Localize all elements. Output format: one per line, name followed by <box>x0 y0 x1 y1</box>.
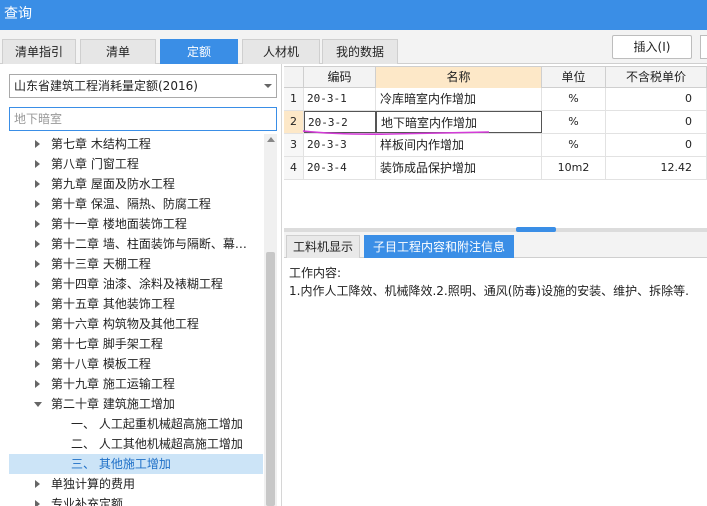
tab-work-content-notes[interactable]: 子目工程内容和附注信息 <box>364 235 514 258</box>
caret-right-icon <box>35 180 40 188</box>
tree-item[interactable]: 第七章 木结构工程 <box>9 134 263 154</box>
header-code[interactable]: 编码 <box>304 67 376 88</box>
work-content-text: 1.内作人工降效、机械降效.2.照明、通风(防毒)设施的安装、维护、拆除等. <box>289 284 689 298</box>
scroll-up-icon[interactable] <box>267 137 275 142</box>
caret-right-icon <box>35 360 40 368</box>
work-content-title: 工作内容: <box>289 266 342 280</box>
tree-item[interactable]: 第十五章 其他装饰工程 <box>9 294 263 314</box>
caret-right-icon <box>35 140 40 148</box>
tree-item[interactable]: 第二十章 建筑施工增加 <box>9 394 263 414</box>
table-row[interactable]: 4 20-3-4 装饰成品保护增加 10m2 12.42 <box>284 157 707 180</box>
tree-item[interactable]: 二、 人工其他机械超高施工增加 <box>9 434 263 454</box>
caret-right-icon <box>35 280 40 288</box>
caret-right-icon <box>35 220 40 228</box>
window-title: 查询 <box>0 0 707 30</box>
tab-my-data[interactable]: 我的数据 <box>322 39 398 64</box>
tab-list[interactable]: 清单 <box>80 39 156 64</box>
tab-list-guide[interactable]: 清单指引 <box>2 39 76 64</box>
tree-item[interactable]: 第九章 屋面及防水工程 <box>9 174 263 194</box>
chapter-tree: 第七章 木结构工程 第八章 门窗工程 第九章 屋面及防水工程 第十章 保温、隔热… <box>9 134 263 506</box>
tree-item-selected[interactable]: 三、 其他施工增加 <box>9 454 263 474</box>
tree-item[interactable]: 第十二章 墙、柱面装饰与隔断、幕… <box>9 234 263 254</box>
caret-down-icon <box>34 402 42 407</box>
table-header: 编码 名称 单位 不含税单价 <box>284 66 707 88</box>
tree-item[interactable]: 第十九章 施工运输工程 <box>9 374 263 394</box>
library-select-value: 山东省建筑工程消耗量定额(2016) <box>14 79 198 93</box>
work-content-panel: 工作内容: 1.内作人工降效、机械降效.2.照明、通风(防毒)设施的安装、维护、… <box>284 258 707 506</box>
caret-right-icon <box>35 320 40 328</box>
tree-item[interactable]: 一、 人工起重机械超高施工增加 <box>9 414 263 434</box>
tree-item[interactable]: 第十四章 油漆、涂料及裱糊工程 <box>9 274 263 294</box>
more-button[interactable] <box>700 35 707 59</box>
table-row[interactable]: 3 20-3-3 样板间内作增加 % 0 <box>284 134 707 157</box>
tree-item[interactable]: 第十一章 楼地面装饰工程 <box>9 214 263 234</box>
tab-labor-material-machine[interactable]: 人材机 <box>242 39 320 64</box>
caret-right-icon <box>35 300 40 308</box>
tree-item[interactable]: 第十六章 构筑物及其他工程 <box>9 314 263 334</box>
left-panel: 山东省建筑工程消耗量定额(2016) 地下暗室 第七章 木结构工程 第八章 门窗… <box>0 64 282 506</box>
tab-labor-material-display[interactable]: 工料机显示 <box>286 235 360 258</box>
search-input[interactable]: 地下暗室 <box>9 107 277 131</box>
library-select[interactable]: 山东省建筑工程消耗量定额(2016) <box>9 74 277 98</box>
tree-item[interactable]: 第八章 门窗工程 <box>9 154 263 174</box>
header-price[interactable]: 不含税单价 <box>606 67 707 88</box>
scroll-thumb[interactable] <box>266 252 275 506</box>
tab-quota[interactable]: 定额 <box>160 39 238 64</box>
insert-button[interactable]: 插入(I) <box>612 35 692 59</box>
header-name[interactable]: 名称 <box>376 67 542 88</box>
caret-right-icon <box>35 260 40 268</box>
tree-scrollbar[interactable] <box>264 134 277 506</box>
caret-right-icon <box>35 160 40 168</box>
tree-item[interactable]: 第十七章 脚手架工程 <box>9 334 263 354</box>
caret-right-icon <box>35 200 40 208</box>
table-row[interactable]: 1 20-3-1 冷库暗室内作增加 % 0 <box>284 88 707 111</box>
tree-item[interactable]: 第十章 保温、隔热、防腐工程 <box>9 194 263 214</box>
caret-right-icon <box>35 340 40 348</box>
detail-tab-bar: 工料机显示 子目工程内容和附注信息 <box>284 232 707 258</box>
chevron-down-icon <box>264 84 272 88</box>
header-index <box>284 67 304 88</box>
tree-item[interactable]: 第十八章 模板工程 <box>9 354 263 374</box>
tree-item[interactable]: 专业补充定额 <box>9 494 263 506</box>
caret-right-icon <box>35 480 40 488</box>
tree-item[interactable]: 第十三章 天棚工程 <box>9 254 263 274</box>
main-tab-bar: 清单指引 清单 定额 人材机 我的数据 <box>0 30 707 64</box>
annotation-underline <box>302 130 490 135</box>
caret-right-icon <box>35 500 40 506</box>
caret-right-icon <box>35 240 40 248</box>
header-unit[interactable]: 单位 <box>542 67 606 88</box>
caret-right-icon <box>35 380 40 388</box>
tree-item[interactable]: 单独计算的费用 <box>9 474 263 494</box>
